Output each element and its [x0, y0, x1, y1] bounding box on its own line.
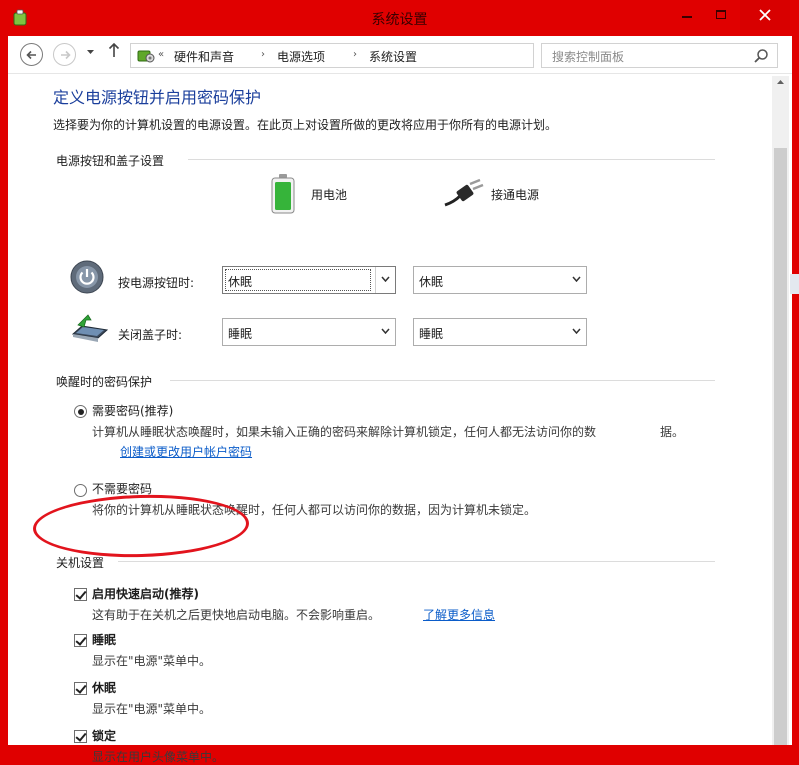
- battery-icon: [271, 174, 295, 214]
- create-password-link[interactable]: 创建或更改用户帐户密码: [120, 443, 252, 460]
- scroll-up-arrow-icon: [777, 80, 784, 84]
- require-password-label[interactable]: 需要密码(推荐): [92, 402, 173, 419]
- forward-button[interactable]: [53, 43, 76, 66]
- lid-close-battery-select[interactable]: 睡眠: [222, 318, 396, 346]
- power-button-plugged-select[interactable]: 休眠: [413, 266, 587, 294]
- chevron-down-icon: [87, 50, 94, 54]
- no-password-description: 将你的计算机从睡眠状态唤醒时，任何人都可以访问你的数据，因为计算机未锁定。: [92, 503, 537, 517]
- lock-label[interactable]: 锁定: [92, 727, 116, 744]
- sleep-description: 显示在"电源"菜单中。: [92, 654, 212, 668]
- up-arrow-icon: [108, 42, 120, 57]
- section-divider: [188, 159, 715, 160]
- breadcrumb-separator-icon[interactable]: ›: [353, 49, 357, 60]
- maximize-button[interactable]: [706, 0, 736, 30]
- fast-startup-checkbox[interactable]: [74, 588, 87, 601]
- power-plug-icon: [444, 178, 484, 207]
- lock-description: 显示在用户头像菜单中。: [92, 750, 225, 764]
- power-button-battery-select[interactable]: 休眠: [222, 266, 396, 294]
- lid-close-plugged-select[interactable]: 睡眠: [413, 318, 587, 346]
- back-button[interactable]: [20, 43, 43, 66]
- section-divider: [170, 380, 715, 381]
- power-button-icon: [70, 260, 104, 294]
- lid-close-battery-value: 睡眠: [228, 327, 253, 341]
- chevron-down-icon[interactable]: [566, 319, 586, 345]
- sleep-checkbox[interactable]: [74, 634, 87, 647]
- address-bar[interactable]: « 硬件和声音 › 电源选项 › 系统设置: [130, 43, 646, 68]
- no-password-label[interactable]: 不需要密码: [92, 480, 152, 497]
- control-panel-icon: [137, 50, 155, 63]
- power-button-battery-value: 休眠: [228, 275, 253, 289]
- sleep-label[interactable]: 睡眠: [92, 631, 116, 648]
- no-password-radio[interactable]: [74, 484, 87, 497]
- search-box[interactable]: 搜索控制面板: [541, 43, 778, 68]
- hibernate-checkbox[interactable]: [74, 682, 87, 695]
- back-arrow-icon: [25, 50, 36, 60]
- laptop-lid-icon: [71, 314, 109, 342]
- section-divider: [118, 561, 715, 562]
- require-password-radio[interactable]: [74, 405, 87, 418]
- chevron-down-icon[interactable]: [375, 319, 395, 345]
- hibernate-description: 显示在"电源"菜单中。: [92, 702, 212, 716]
- up-button[interactable]: [108, 42, 120, 62]
- learn-more-link[interactable]: 了解更多信息: [423, 606, 495, 623]
- require-password-description: 计算机从睡眠状态唤醒时，如果未输入正确的密码来解除计算机锁定，任何人都无法访问你…: [92, 425, 597, 439]
- lid-close-plugged-value: 睡眠: [419, 327, 444, 341]
- close-icon: [759, 9, 771, 21]
- close-button[interactable]: [740, 0, 790, 30]
- minimize-button[interactable]: [672, 0, 702, 30]
- vertical-scrollbar[interactable]: [772, 76, 789, 745]
- chevron-down-icon[interactable]: [566, 267, 586, 293]
- fast-startup-description: 这有助于在关机之后更快地启动电脑。不会影响重启。: [92, 608, 381, 622]
- password-section-heading: 唤醒时的密码保护: [56, 375, 153, 389]
- scrollbar-thumb[interactable]: [774, 148, 787, 745]
- search-input[interactable]: 搜索控制面板: [552, 48, 624, 65]
- minimize-icon: [682, 16, 692, 18]
- fast-startup-label[interactable]: 启用快速启动(推荐): [92, 585, 199, 602]
- lock-checkbox[interactable]: [74, 730, 87, 743]
- breadcrumb-power-options[interactable]: 电源选项: [277, 48, 325, 65]
- recent-locations-dropdown[interactable]: [86, 46, 95, 61]
- page-title: 定义电源按钮并启用密码保护: [53, 88, 262, 107]
- forward-arrow-icon: [60, 50, 71, 60]
- window-edge-grip: [790, 274, 799, 294]
- search-icon[interactable]: [753, 48, 769, 64]
- window-client: « 硬件和声音 › 电源选项 › 系统设置 搜索控制面板 定义电源按钮并启用密码…: [8, 36, 799, 764]
- maximize-icon: [716, 10, 726, 19]
- scroll-up-button[interactable]: [772, 76, 789, 93]
- battery-column-header: 用电池: [311, 188, 348, 202]
- shutdown-section-heading: 关机设置: [56, 556, 105, 570]
- require-password-description-tail: 据。: [660, 425, 685, 439]
- breadcrumb-system-settings[interactable]: 系统设置: [369, 48, 417, 65]
- hibernate-label[interactable]: 休眠: [92, 679, 116, 696]
- overflow-chevron-icon[interactable]: «: [158, 49, 164, 60]
- page-description: 选择要为你的计算机设置的电源设置。在此页上对设置所做的更改将应用于你所有的电源计…: [53, 118, 558, 132]
- chevron-down-icon[interactable]: [375, 267, 395, 293]
- breadcrumb-hardware-sound[interactable]: 硬件和声音: [174, 48, 234, 65]
- navigation-bar: « 硬件和声音 › 电源选项 › 系统设置 搜索控制面板: [8, 36, 792, 74]
- lid-close-action-label: 关闭盖子时:: [118, 328, 183, 342]
- breadcrumb-separator-icon[interactable]: ›: [261, 49, 265, 60]
- power-button-action-label: 按电源按钮时:: [118, 276, 195, 290]
- title-bar: 系统设置: [0, 0, 799, 36]
- power-button-plugged-value: 休眠: [419, 275, 444, 289]
- main-content: 定义电源按钮并启用密码保护 选择要为你的计算机设置的电源设置。在此页上对设置所做…: [8, 74, 772, 764]
- power-buttons-section-heading: 电源按钮和盖子设置: [56, 154, 165, 168]
- plugged-in-column-header: 接通电源: [491, 188, 540, 202]
